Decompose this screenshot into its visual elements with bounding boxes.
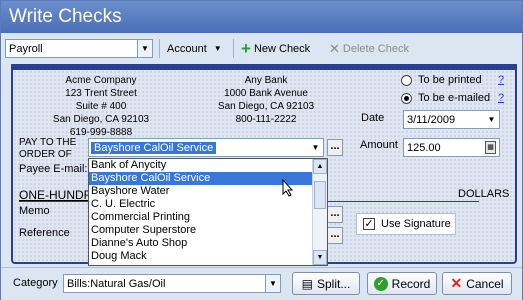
write-checks-window: Write Checks Payroll ▼ Account ▼ + New C…	[0, 0, 523, 300]
payee-list-item[interactable]: Doug Mack	[89, 250, 327, 263]
chevron-down-icon[interactable]: ▼	[308, 139, 323, 156]
split-button[interactable]: ▤ Split...	[292, 272, 360, 295]
record-button[interactable]: ✓ Record	[367, 272, 437, 295]
account-select-value: Payroll	[9, 42, 43, 55]
dollars-label: DOLLARS	[458, 188, 510, 200]
account-menu-label: Account	[167, 42, 207, 55]
check-top-band	[11, 64, 517, 70]
to-be-emailed-label: To be e-mailed	[418, 92, 491, 104]
plus-icon: +	[241, 38, 251, 58]
help-link-printed[interactable]: ?	[498, 74, 504, 86]
mouse-cursor-icon	[282, 179, 294, 197]
bank-name: Any Bank	[244, 75, 288, 86]
split-icon: ▤	[301, 276, 313, 291]
chevron-down-icon[interactable]: ▼	[265, 275, 280, 292]
payee-list-item[interactable]: Dianne's Auto Shop	[89, 237, 327, 250]
radio-icon	[401, 92, 412, 104]
written-amount: ONE-HUNDR	[19, 188, 93, 202]
chevron-down-icon[interactable]: ▼	[137, 40, 152, 57]
to-be-printed-label: To be printed	[418, 74, 482, 86]
payee-lookup-button[interactable]: ...	[327, 139, 343, 156]
checkbox-checked-icon: ✓	[363, 218, 375, 230]
category-select[interactable]: Bills:Natural Gas/Oil ▼	[63, 274, 281, 293]
new-check-label: New Check	[253, 42, 311, 55]
payee-dropdown-items: Bank of Anycity Bayshore CalOil Service Ba…	[89, 159, 327, 263]
use-signature-label: Use Signature	[381, 218, 451, 230]
toolbar-divider	[159, 39, 160, 58]
reference-lookup-button[interactable]: ...	[327, 227, 343, 244]
use-signature-checkbox[interactable]: ✓ Use Signature	[356, 213, 456, 235]
company-city: San Diego, CA 92103	[52, 114, 150, 125]
date-value: 3/11/2009	[407, 113, 456, 126]
memo-lookup-button[interactable]: ...	[327, 206, 343, 223]
toolbar-divider	[233, 39, 234, 58]
delete-check-button[interactable]: ✕ Delete Check	[329, 39, 409, 58]
category-label: Category	[13, 277, 58, 289]
amount-value: 125.00	[407, 141, 441, 154]
radio-icon	[401, 74, 412, 86]
calculator-icon[interactable]: ▦	[485, 141, 496, 154]
company-address2: Suite # 400	[75, 101, 127, 112]
cancel-button[interactable]: ✕ Cancel	[442, 272, 512, 295]
help-link-emailed[interactable]: ?	[498, 92, 504, 104]
scroll-down-icon[interactable]: ▼	[313, 250, 327, 265]
company-name: Acme Company	[65, 75, 137, 86]
bank-city: San Diego, CA 92103	[217, 101, 315, 112]
split-label: Split...	[316, 276, 351, 291]
payee-dropdown-list[interactable]: Bank of Anycity Bayshore CalOil Service Ba…	[88, 158, 328, 266]
scrollbar-thumb[interactable]	[314, 181, 326, 209]
payee-list-item[interactable]: Bank of Anycity	[89, 159, 327, 172]
bank-address-block: Any Bank 1000 Bank Avenue San Diego, CA …	[206, 74, 326, 126]
chevron-down-icon: ▼	[213, 44, 222, 53]
company-address-block: Acme Company 123 Trent Street Suite # 40…	[41, 74, 161, 139]
record-label: Record	[391, 276, 431, 291]
date-field[interactable]: 3/11/2009 ▼	[403, 110, 500, 129]
date-label: Date	[361, 112, 385, 124]
check-circle-icon: ✓	[373, 276, 388, 291]
dropdown-scrollbar[interactable]: ▲ ▼	[312, 159, 327, 265]
bank-phone: 800-111-2222	[235, 114, 297, 125]
to-be-printed-radio[interactable]: To be printed	[401, 74, 482, 86]
cancel-icon: ✕	[450, 275, 463, 291]
payee-list-item[interactable]: Commercial Printing	[89, 211, 327, 224]
bank-address1: 1000 Bank Avenue	[224, 88, 308, 99]
close-icon: ✕	[329, 40, 340, 56]
account-menu-button[interactable]: Account ▼	[167, 39, 222, 58]
scroll-up-icon[interactable]: ▲	[313, 159, 327, 174]
reference-label: Reference	[19, 227, 70, 239]
payee-list-item[interactable]: C. U. Electric	[89, 198, 327, 211]
payee-select[interactable]: Bayshore CalOil Service ▼	[88, 138, 324, 157]
payee-value: Bayshore CalOil Service	[91, 141, 217, 154]
to-be-emailed-radio[interactable]: To be e-mailed	[401, 92, 490, 104]
pay-to-label-line2: ORDER OF	[19, 149, 72, 160]
company-address1: 123 Trent Street	[65, 88, 137, 99]
new-check-button[interactable]: + New Check	[241, 39, 310, 58]
amount-field[interactable]: 125.00 ▦	[403, 138, 500, 157]
payee-email-label: Payee E-mail:	[19, 163, 88, 175]
chevron-down-icon[interactable]: ▼	[484, 111, 499, 128]
window-title: Write Checks	[1, 1, 522, 33]
category-value: Bills:Natural Gas/Oil	[67, 277, 166, 290]
cancel-label: Cancel	[466, 276, 504, 291]
payee-list-item[interactable]: Computer Superstore	[89, 224, 327, 237]
delete-check-label: Delete Check	[342, 42, 409, 55]
pay-to-label: PAY TO THE ORDER OF	[19, 137, 76, 161]
memo-label: Memo	[19, 205, 50, 217]
pay-to-label-line1: PAY TO THE	[19, 137, 77, 148]
amount-label: Amount	[360, 139, 398, 151]
account-select[interactable]: Payroll ▼	[5, 39, 153, 58]
